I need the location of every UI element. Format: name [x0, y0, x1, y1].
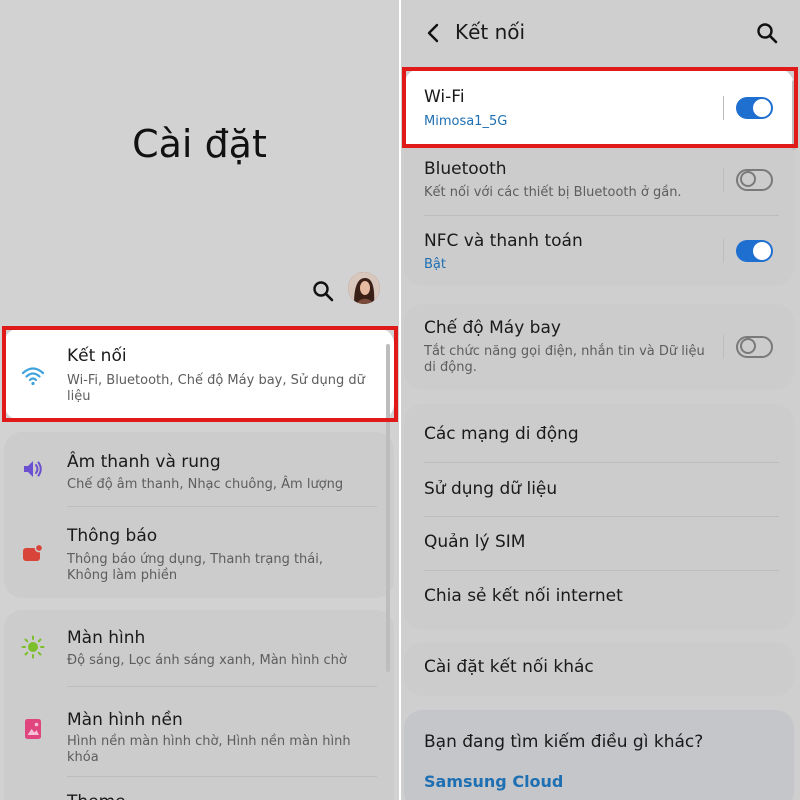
wallpaper-icon — [20, 716, 46, 742]
settings-item-theme[interactable]: Theme — [4, 780, 394, 800]
settings-group-display: Màn hình Độ sáng, Lọc ánh sáng xanh, Màn… — [4, 610, 394, 800]
divider — [723, 239, 724, 263]
settings-item-wallpaper[interactable]: Màn hình nền Hình nền màn hình chờ, Hình… — [4, 690, 394, 776]
settings-item-title: Màn hình — [67, 628, 146, 648]
list-item-title: Các mạng di động — [424, 424, 579, 444]
divider — [67, 506, 377, 507]
settings-item-subtitle: Thông báo ứng dụng, Thanh trạng thái, Kh… — [67, 552, 324, 583]
connections-group-mobile: Các mạng di động Sử dụng dữ liệu Quản lý… — [404, 404, 794, 630]
nfc-toggle[interactable] — [736, 240, 773, 262]
settings-item-title: Thông báo — [67, 526, 158, 546]
settings-item-airplane-mode[interactable]: Chế độ Máy bay Tắt chức năng gọi điện, n… — [404, 304, 794, 390]
highlight-box — [402, 67, 798, 148]
airplane-subtitle: Tắt chức năng gọi điện, nhắn tin và Dữ l… — [424, 344, 705, 375]
list-item-title: Sử dụng dữ liệu — [424, 479, 558, 499]
header-title: Kết nối — [455, 20, 526, 44]
highlight-box — [2, 326, 398, 422]
divider — [723, 335, 724, 359]
settings-item-subtitle: Độ sáng, Lọc ánh sáng xanh, Màn hình chờ — [67, 653, 347, 668]
sound-icon — [20, 456, 46, 482]
settings-group-sound-notifications: Âm thanh và rung Chế độ âm thanh, Nhạc c… — [4, 432, 394, 598]
bluetooth-title: Bluetooth — [424, 159, 507, 179]
divider — [67, 776, 377, 777]
settings-item-title: Âm thanh và rung — [67, 452, 221, 472]
settings-item-sim-manager[interactable]: Quản lý SIM — [404, 517, 794, 570]
back-arrow-icon[interactable] — [424, 22, 442, 44]
list-item-title: Quản lý SIM — [424, 532, 526, 552]
settings-item-subtitle: Chế độ âm thanh, Nhạc chuông, Âm lượng — [67, 477, 344, 492]
search-icon[interactable] — [312, 280, 334, 302]
settings-item-bluetooth[interactable]: Bluetooth Kết nối với các thiết bị Bluet… — [404, 148, 794, 216]
settings-item-mobile-networks[interactable]: Các mạng di động — [404, 404, 794, 462]
settings-item-display[interactable]: Màn hình Độ sáng, Lọc ánh sáng xanh, Màn… — [4, 610, 394, 690]
samsung-cloud-link[interactable]: Samsung Cloud — [424, 772, 563, 791]
notification-icon — [20, 540, 46, 566]
settings-item-notifications[interactable]: Thông báo Thông báo ứng dụng, Thanh trạn… — [4, 510, 394, 598]
list-item-title: Chia sẻ kết nối internet — [424, 586, 623, 606]
settings-item-title: Theme — [67, 792, 126, 800]
settings-item-tethering[interactable]: Chia sẻ kết nối internet — [404, 571, 794, 630]
suggestion-card: Bạn đang tìm kiếm điều gì khác? Samsung … — [404, 710, 794, 800]
avatar[interactable] — [348, 272, 380, 304]
bluetooth-subtitle: Kết nối với các thiết bị Bluetooth ở gần… — [424, 185, 682, 200]
display-icon — [20, 634, 46, 660]
toggle-knob — [740, 338, 756, 354]
nfc-title: NFC và thanh toán — [424, 231, 583, 251]
airplane-title: Chế độ Máy bay — [424, 318, 561, 338]
settings-item-more-connections[interactable]: Cài đặt kết nối khác — [404, 642, 794, 696]
suggestion-title: Bạn đang tìm kiếm điều gì khác? — [424, 732, 704, 752]
settings-item-title: Màn hình nền — [67, 710, 183, 730]
settings-item-sound[interactable]: Âm thanh và rung Chế độ âm thanh, Nhạc c… — [4, 432, 394, 512]
search-icon[interactable] — [756, 22, 778, 44]
settings-item-nfc[interactable]: NFC và thanh toán Bật — [404, 216, 794, 286]
page-title: Cài đặt — [132, 122, 267, 166]
toggle-knob — [740, 171, 756, 187]
list-item-title: Cài đặt kết nối khác — [424, 657, 594, 677]
settings-item-subtitle: Hình nền màn hình chờ, Hình nền màn hình… — [67, 734, 351, 765]
divider — [67, 686, 377, 687]
airplane-toggle[interactable] — [736, 336, 773, 358]
divider — [723, 168, 724, 192]
nfc-status: Bật — [424, 257, 446, 272]
settings-item-data-usage[interactable]: Sử dụng dữ liệu — [404, 463, 794, 516]
toggle-knob — [753, 242, 771, 260]
bluetooth-toggle[interactable] — [736, 169, 773, 191]
